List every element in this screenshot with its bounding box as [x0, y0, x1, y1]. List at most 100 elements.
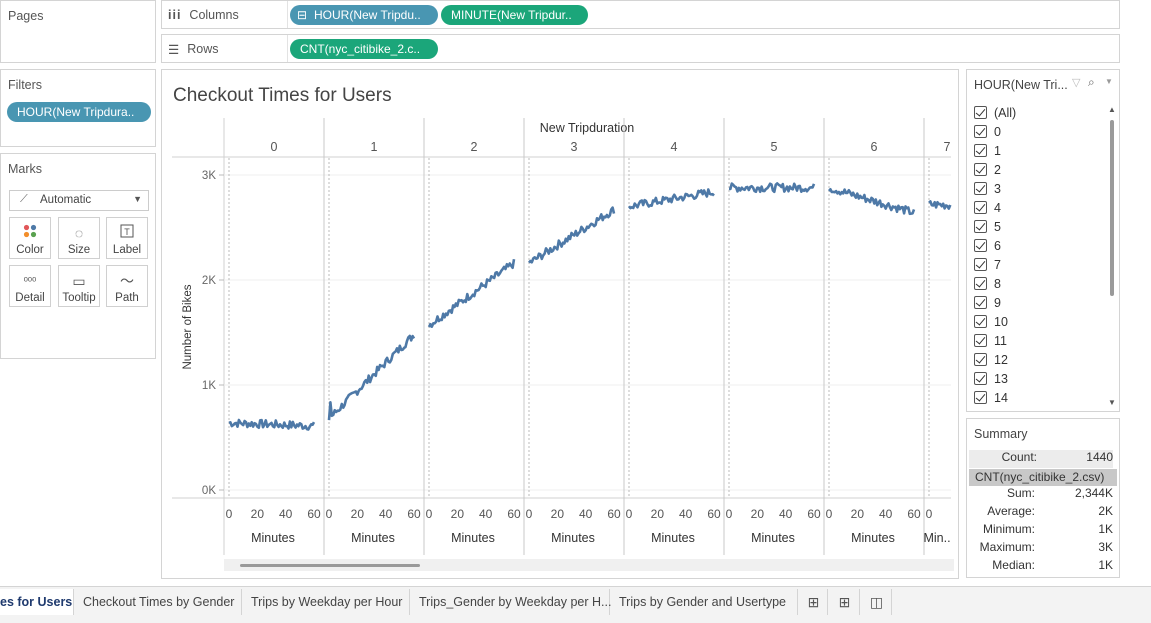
filter-pill-hour[interactable]: HOUR(New Tripdura..	[7, 102, 151, 122]
svg-text:T: T	[124, 227, 130, 237]
tab-active[interactable]: es for Users	[0, 589, 74, 615]
horizontal-scrollbar-thumb[interactable]	[240, 564, 420, 567]
collapse-icon: ⊟	[297, 8, 308, 22]
columns-pill-hour[interactable]: ⊟ HOUR(New Tripdu..	[290, 5, 438, 25]
checkbox-checked-icon[interactable]	[974, 353, 987, 366]
filter-item-label: 10	[994, 314, 1008, 329]
columns-pill-minute[interactable]: MINUTE(New Tripdur..	[441, 5, 588, 25]
color-button[interactable]: Color	[9, 217, 51, 259]
line-mark-icon: ⟋	[20, 193, 28, 205]
rows-pill-cnt[interactable]: CNT(nyc_citibike_2.c..	[290, 39, 438, 59]
filter-item[interactable]: (All)	[974, 103, 1016, 122]
rows-label: Rows	[187, 42, 219, 56]
chevron-down-icon: ▼	[133, 194, 142, 204]
tab-sheet[interactable]: Trips_Gender by Weekday per H...	[410, 589, 611, 615]
new-story-button[interactable]: ◫	[862, 589, 892, 615]
checkbox-checked-icon[interactable]	[974, 182, 987, 195]
filter-item[interactable]: 11	[974, 331, 1007, 350]
summary-row-value: 1K	[1098, 522, 1113, 536]
checkbox-checked-icon[interactable]	[974, 334, 987, 347]
summary-title: Summary	[974, 427, 1028, 441]
filter-item[interactable]: 12	[974, 350, 1008, 369]
label-icon: T	[107, 222, 147, 244]
summary-row: Sum: 2,344K	[969, 486, 1113, 504]
detail-icon: ᵒᵒᵒ	[23, 275, 37, 287]
filter-item-label: 14	[994, 390, 1008, 405]
detail-button[interactable]: ᵒᵒᵒ Detail	[9, 265, 51, 307]
checkbox-checked-icon[interactable]	[974, 277, 987, 290]
columns-shelf: iii Columns ⊟ HOUR(New Tripdu.. MINUTE(N…	[161, 0, 1120, 29]
summary-row-label: Median:	[992, 558, 1035, 572]
chevron-down-icon[interactable]: ▼	[1105, 77, 1113, 86]
filter-item[interactable]: 1	[974, 141, 1001, 160]
columns-shelf-header: iii Columns	[168, 6, 286, 24]
chart-panel: Checkout Times for Users	[161, 69, 959, 579]
new-worksheet-button[interactable]: ⊞	[800, 589, 828, 615]
filter-item[interactable]: 8	[974, 274, 1001, 293]
checkbox-checked-icon[interactable]	[974, 106, 987, 119]
checkbox-checked-icon[interactable]	[974, 163, 987, 176]
mark-type-label: Automatic	[40, 194, 92, 206]
size-button[interactable]: ◌ Size	[58, 217, 100, 259]
filter-item[interactable]: 13	[974, 369, 1008, 388]
filter-item-label: 4	[994, 200, 1001, 215]
size-label: Size	[67, 244, 91, 256]
summary-card: Summary Count: 1440 CNT(nyc_citibike_2.c…	[966, 418, 1120, 578]
filter-item-label: 1	[994, 143, 1001, 158]
scroll-up-icon[interactable]: ▲	[1108, 105, 1116, 114]
summary-row-value: 2K	[1098, 504, 1113, 518]
filter-item-label: 0	[994, 124, 1001, 139]
tab-sheet[interactable]: Trips by Weekday per Hour	[242, 589, 410, 615]
tab-sheet[interactable]: Trips by Gender and Usertype	[610, 589, 798, 615]
pages-title: Pages	[8, 9, 44, 23]
filter-item[interactable]: 4	[974, 198, 1001, 217]
checkbox-checked-icon[interactable]	[974, 239, 987, 252]
summary-count-row: Count: 1440	[969, 450, 1113, 468]
mark-type-dropdown[interactable]: ⟋ Automatic ▼	[9, 190, 149, 211]
checkbox-checked-icon[interactable]	[974, 144, 987, 157]
filter-item[interactable]: 9	[974, 293, 1001, 312]
pages-panel: Pages	[0, 0, 156, 63]
checkbox-checked-icon[interactable]	[974, 391, 987, 404]
horizontal-scrollbar[interactable]	[224, 559, 954, 571]
summary-row: Median: 1K	[969, 558, 1113, 576]
scroll-down-icon[interactable]: ▼	[1108, 398, 1116, 407]
filter-item[interactable]: 0	[974, 122, 1001, 141]
filter-item[interactable]: 5	[974, 217, 1001, 236]
filter-item-label: 5	[994, 219, 1001, 234]
new-dashboard-button[interactable]: ⊞	[830, 589, 860, 615]
filter-item-label: 11	[994, 333, 1007, 348]
filter-item[interactable]: 7	[974, 255, 1001, 274]
search-icon[interactable]: ⌕	[1088, 75, 1095, 90]
summary-row-label: Minimum:	[982, 522, 1035, 536]
path-label: Path	[115, 292, 139, 304]
summary-row: Minimum: 1K	[969, 522, 1113, 540]
columns-label: Columns	[189, 8, 239, 22]
label-button[interactable]: T Label	[106, 217, 148, 259]
filter-item[interactable]: 2	[974, 160, 1001, 179]
filter-item[interactable]: 6	[974, 236, 1001, 255]
filter-funnel-icon[interactable]: ▽	[1072, 76, 1080, 89]
checkbox-checked-icon[interactable]	[974, 220, 987, 233]
filter-card-title: HOUR(New Tri...	[974, 78, 1068, 92]
checkbox-checked-icon[interactable]	[974, 296, 987, 309]
checkbox-checked-icon[interactable]	[974, 315, 987, 328]
vertical-scrollbar-thumb[interactable]	[1110, 120, 1114, 296]
shelf-divider	[287, 1, 288, 28]
tab-sheet[interactable]: Checkout Times by Gender	[74, 589, 242, 615]
summary-row-value: 3K	[1098, 540, 1113, 554]
filter-item[interactable]: 3	[974, 179, 1001, 198]
summary-row-label: Sum:	[1006, 486, 1035, 500]
checkbox-checked-icon[interactable]	[974, 258, 987, 271]
size-icon: ◌	[74, 225, 84, 241]
summary-count-label: Count:	[1001, 450, 1037, 464]
checkbox-checked-icon[interactable]	[974, 125, 987, 138]
vertical-scrollbar[interactable]: ▲ ▼	[1107, 104, 1117, 410]
filter-item[interactable]: 10	[974, 312, 1008, 331]
filter-item-label: 3	[994, 181, 1001, 196]
tooltip-button[interactable]: ▭ Tooltip	[58, 265, 100, 307]
filter-item[interactable]: 14	[974, 388, 1008, 407]
checkbox-checked-icon[interactable]	[974, 201, 987, 214]
checkbox-checked-icon[interactable]	[974, 372, 987, 385]
path-button[interactable]: 〜 Path	[106, 265, 148, 307]
